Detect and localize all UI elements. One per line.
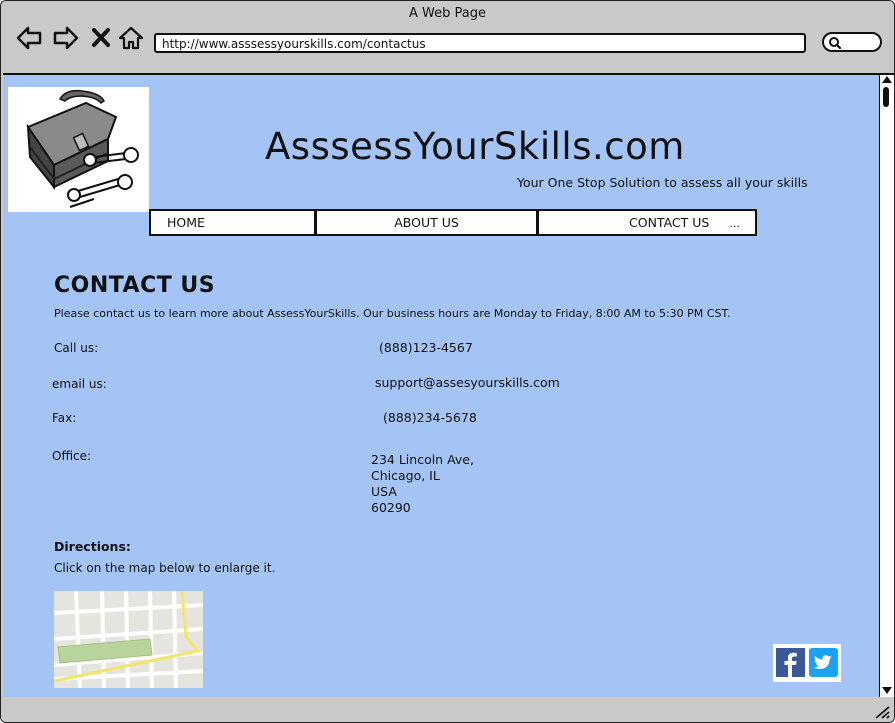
office-address: 234 Lincoln Ave, Chicago, IL USA 60290 <box>371 452 474 516</box>
resize-handle-icon[interactable] <box>874 705 890 719</box>
facebook-icon[interactable] <box>776 648 805 677</box>
back-arrow-icon[interactable] <box>15 25 43 51</box>
scroll-down-arrow-icon[interactable] <box>882 687 892 694</box>
twitter-icon[interactable] <box>809 648 838 677</box>
call-label: Call us: <box>54 341 99 355</box>
browser-window: A Web Page http://www.asssessyourskills.… <box>0 0 895 723</box>
browser-search-field[interactable] <box>822 32 882 52</box>
social-links <box>773 644 841 682</box>
browser-titlebar: A Web Page http://www.asssessyourskills.… <box>1 1 894 73</box>
menu-overflow-dots: ... <box>729 217 740 230</box>
map-thumbnail[interactable] <box>53 590 204 689</box>
home-icon[interactable] <box>117 25 145 51</box>
scroll-thumb[interactable] <box>883 87 889 107</box>
menu-item-contact-us-label: CONTACT US <box>629 215 710 230</box>
menu-item-home-label: HOME <box>167 215 205 230</box>
email-value[interactable]: support@assesyourskills.com <box>375 375 560 391</box>
map-icon <box>53 590 204 689</box>
scroll-up-arrow-icon[interactable] <box>882 76 892 83</box>
forward-arrow-icon[interactable] <box>52 25 80 51</box>
directions-text: Click on the map below to enlarge it. <box>54 561 276 575</box>
contact-intro: Please contact us to learn more about As… <box>54 307 731 320</box>
menu-item-about-us[interactable]: ABOUT US <box>317 211 539 234</box>
toolbox-with-wrenches-icon <box>8 87 149 212</box>
site-logo[interactable] <box>8 87 149 212</box>
site-tagline: Your One Stop Solution to assess all you… <box>517 175 808 190</box>
phone-value[interactable]: (888)123-4567 <box>379 340 473 356</box>
fax-value: (888)234-5678 <box>383 410 477 425</box>
address-line: Chicago, IL <box>371 468 440 483</box>
email-label: email us: <box>52 377 107 391</box>
browser-statusbar <box>1 697 894 722</box>
window-title: A Web Page <box>409 6 486 21</box>
address-line: 60290 <box>371 500 411 515</box>
menu-item-about-us-label: ABOUT US <box>394 215 459 230</box>
search-icon <box>829 37 842 50</box>
contact-heading: CONTACT US <box>54 273 216 298</box>
site-title: AsssessYourSkills.com <box>265 125 685 168</box>
close-x-icon[interactable] <box>89 25 113 51</box>
fax-label: Fax: <box>52 411 77 425</box>
main-nav-menu: HOME ABOUT US CONTACT US ... <box>149 209 757 236</box>
menu-item-contact-us[interactable]: CONTACT US ... <box>539 211 755 234</box>
vertical-scrollbar[interactable] <box>879 73 894 699</box>
address-bar[interactable]: http://www.asssessyourskills.com/contact… <box>154 33 806 53</box>
office-label: Office: <box>52 449 92 463</box>
menu-item-home[interactable]: HOME <box>151 211 317 234</box>
page-viewport: AsssessYourSkills.com Your One Stop Solu… <box>3 73 879 699</box>
address-line: USA <box>371 484 397 499</box>
directions-heading: Directions: <box>54 539 131 554</box>
address-line: 234 Lincoln Ave, <box>371 452 474 467</box>
